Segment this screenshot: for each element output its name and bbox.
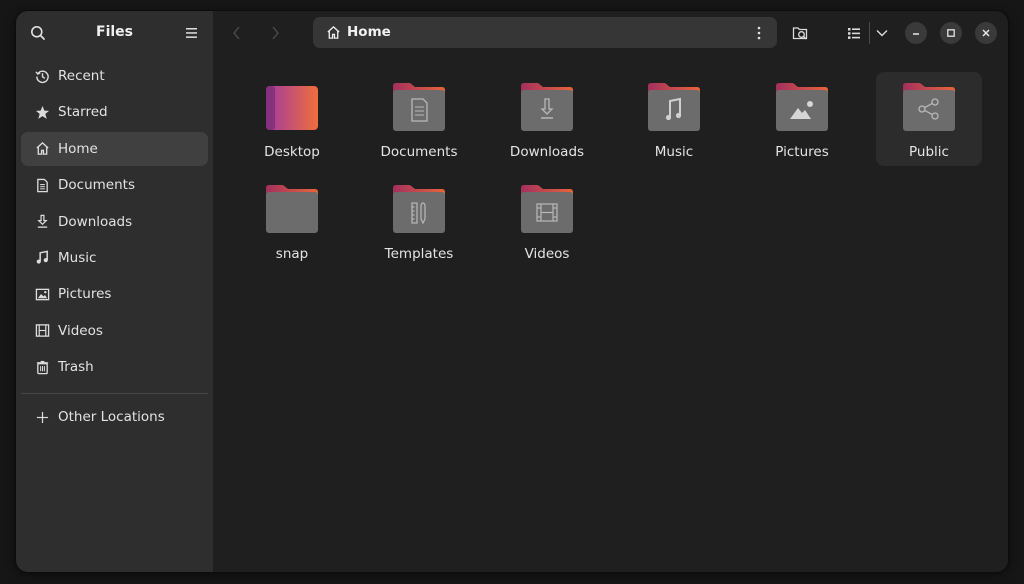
back-button[interactable] bbox=[225, 21, 249, 45]
sidebar-item-pictures[interactable]: Pictures bbox=[21, 277, 208, 311]
toolbar-divider bbox=[869, 22, 870, 44]
file-name: Public bbox=[909, 144, 949, 160]
files-window: Files Recent Starred Home Documents Down… bbox=[16, 11, 1008, 572]
download-icon bbox=[34, 214, 50, 230]
file-item-desktop[interactable]: Desktop bbox=[239, 72, 345, 166]
file-item-public[interactable]: Public bbox=[876, 72, 982, 166]
film-icon bbox=[34, 323, 50, 339]
folder-icon bbox=[903, 83, 955, 131]
music-icon bbox=[34, 250, 50, 266]
sidebar-item-label: Starred bbox=[58, 104, 108, 121]
folder-icon bbox=[266, 185, 318, 233]
sidebar-item-label: Videos bbox=[58, 322, 103, 339]
file-name: snap bbox=[275, 246, 309, 262]
folder-icon bbox=[393, 185, 445, 233]
close-icon bbox=[982, 29, 990, 37]
picture-icon bbox=[34, 286, 50, 302]
folder-icon bbox=[521, 83, 573, 131]
kebab-menu-icon bbox=[757, 26, 761, 40]
file-item-templates[interactable]: Templates bbox=[366, 174, 472, 268]
location-bar[interactable]: Home bbox=[313, 17, 777, 48]
star-icon bbox=[34, 104, 50, 120]
sidebar-item-label: Recent bbox=[58, 68, 105, 84]
sidebar-item-label: Pictures bbox=[58, 286, 112, 303]
hamburger-menu-icon bbox=[186, 28, 197, 38]
file-name: Videos bbox=[524, 246, 570, 262]
sidebar-item-trash[interactable]: Trash bbox=[21, 350, 208, 384]
location-label: Home bbox=[347, 24, 391, 40]
sidebar: Files Recent Starred Home Documents Down… bbox=[16, 11, 213, 572]
file-item-pictures[interactable]: Pictures bbox=[749, 72, 855, 166]
main-content: Home Desktop Documents Downloads Music P… bbox=[213, 11, 1008, 572]
plus-icon bbox=[34, 409, 50, 425]
main-menu-button[interactable] bbox=[182, 23, 202, 43]
view-toggle-button[interactable] bbox=[843, 21, 865, 45]
sidebar-item-starred[interactable]: Starred bbox=[21, 95, 208, 129]
maximize-icon bbox=[947, 29, 955, 37]
sidebar-divider bbox=[21, 393, 208, 394]
sidebar-item-recent[interactable]: Recent bbox=[21, 59, 208, 93]
sidebar-item-videos[interactable]: Videos bbox=[21, 314, 208, 348]
folder-icon bbox=[393, 83, 445, 131]
sidebar-item-other-locations[interactable]: Other Locations bbox=[21, 400, 208, 434]
folder-search-icon bbox=[792, 27, 807, 40]
file-item-videos[interactable]: Videos bbox=[494, 174, 600, 268]
clock-icon bbox=[34, 68, 50, 84]
forward-button[interactable] bbox=[263, 21, 287, 45]
chevron-right-icon bbox=[272, 26, 279, 40]
sidebar-item-label: Documents bbox=[58, 177, 135, 194]
list-view-icon bbox=[848, 27, 860, 39]
file-name: Desktop bbox=[264, 144, 320, 160]
close-button[interactable] bbox=[975, 22, 997, 44]
sidebar-other: Other Locations bbox=[21, 400, 208, 436]
file-name: Downloads bbox=[509, 144, 585, 160]
folder-icon bbox=[776, 83, 828, 131]
minimize-icon bbox=[913, 33, 919, 35]
desktop-folder-icon bbox=[266, 86, 318, 130]
sidebar-item-documents[interactable]: Documents bbox=[21, 168, 208, 202]
minimize-button[interactable] bbox=[905, 22, 927, 44]
sidebar-header: Files bbox=[16, 11, 213, 55]
sidebar-item-label: Trash bbox=[58, 359, 94, 376]
home-icon bbox=[34, 141, 50, 157]
file-name: Documents bbox=[380, 144, 458, 160]
file-item-documents[interactable]: Documents bbox=[366, 72, 472, 166]
document-icon bbox=[34, 177, 50, 193]
file-item-snap[interactable]: snap bbox=[239, 174, 345, 268]
sidebar-item-label: Other Locations bbox=[58, 409, 165, 425]
sidebar-item-label: Music bbox=[58, 249, 97, 266]
sidebar-item-downloads[interactable]: Downloads bbox=[21, 205, 208, 239]
sidebar-item-label: Home bbox=[58, 140, 98, 157]
folder-icon bbox=[648, 83, 700, 131]
chevron-left-icon bbox=[233, 26, 240, 40]
file-name: Music bbox=[654, 144, 694, 160]
chevron-down-icon bbox=[876, 30, 888, 37]
sidebar-item-home[interactable]: Home bbox=[21, 131, 208, 166]
file-name: Pictures bbox=[775, 144, 829, 160]
view-options-button[interactable] bbox=[872, 21, 892, 45]
sidebar-places: Recent Starred Home Documents Downloads … bbox=[21, 59, 208, 387]
sidebar-item-label: Downloads bbox=[58, 213, 133, 230]
file-item-downloads[interactable]: Downloads bbox=[494, 72, 600, 166]
sidebar-item-music[interactable]: Music bbox=[21, 241, 208, 275]
location-menu-button[interactable] bbox=[749, 23, 769, 43]
home-icon bbox=[326, 25, 341, 44]
folder-icon bbox=[521, 185, 573, 233]
maximize-button[interactable] bbox=[940, 22, 962, 44]
trash-icon bbox=[34, 359, 50, 375]
file-name: Templates bbox=[384, 246, 454, 262]
file-item-music[interactable]: Music bbox=[621, 72, 727, 166]
search-folder-button[interactable] bbox=[787, 21, 813, 45]
